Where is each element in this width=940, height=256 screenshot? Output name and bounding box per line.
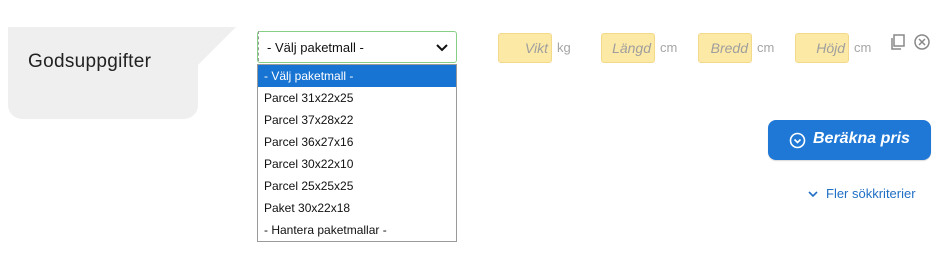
focus-marker xyxy=(258,31,262,61)
dropdown-option[interactable]: Parcel 31x22x25 xyxy=(258,87,456,109)
dropdown-option[interactable]: Parcel 25x25x25 xyxy=(258,175,456,197)
chevron-down-icon xyxy=(808,191,818,198)
chevron-down-icon xyxy=(436,44,448,52)
dropdown-option[interactable]: Paket 30x22x18 xyxy=(258,197,456,219)
height-unit: cm xyxy=(854,40,872,55)
close-circle-icon[interactable] xyxy=(913,33,931,51)
dropdown-option[interactable]: Parcel 37x28x22 xyxy=(258,109,456,131)
width-unit: cm xyxy=(757,40,775,55)
select-value: - Välj paketmall - xyxy=(267,40,364,55)
weight-unit: kg xyxy=(557,40,571,55)
dropdown-option[interactable]: Parcel 36x27x16 xyxy=(258,131,456,153)
dropdown-option-select-template[interactable]: - Välj paketmall - xyxy=(258,65,456,87)
copy-icon[interactable] xyxy=(889,33,907,51)
weight-field[interactable]: Vikt xyxy=(498,33,552,63)
calculate-price-label: Beräkna pris xyxy=(813,130,910,147)
section-tag: Godsuppgifter xyxy=(8,27,236,119)
width-placeholder: Bredd xyxy=(710,40,748,56)
weight-placeholder: Vikt xyxy=(524,40,548,56)
length-field[interactable]: Längd xyxy=(601,33,655,63)
calculate-price-button[interactable]: Beräkna pris xyxy=(768,120,931,160)
chevron-circle-icon xyxy=(789,132,806,149)
dropdown-option-manage-templates[interactable]: - Hantera paketmallar - xyxy=(258,219,456,241)
width-field[interactable]: Bredd xyxy=(698,33,752,63)
more-criteria-label: Fler sökkriterier xyxy=(826,186,916,201)
package-template-select[interactable]: - Välj paketmall - xyxy=(257,31,457,63)
height-field[interactable]: Höjd xyxy=(795,33,849,63)
length-unit: cm xyxy=(660,40,678,55)
length-placeholder: Längd xyxy=(612,40,651,56)
dropdown-option[interactable]: Parcel 30x22x10 xyxy=(258,153,456,175)
section-title: Godsuppgifter xyxy=(28,51,152,72)
height-placeholder: Höjd xyxy=(816,40,845,56)
package-template-dropdown: - Välj paketmall - Parcel 31x22x25 Parce… xyxy=(257,64,457,242)
